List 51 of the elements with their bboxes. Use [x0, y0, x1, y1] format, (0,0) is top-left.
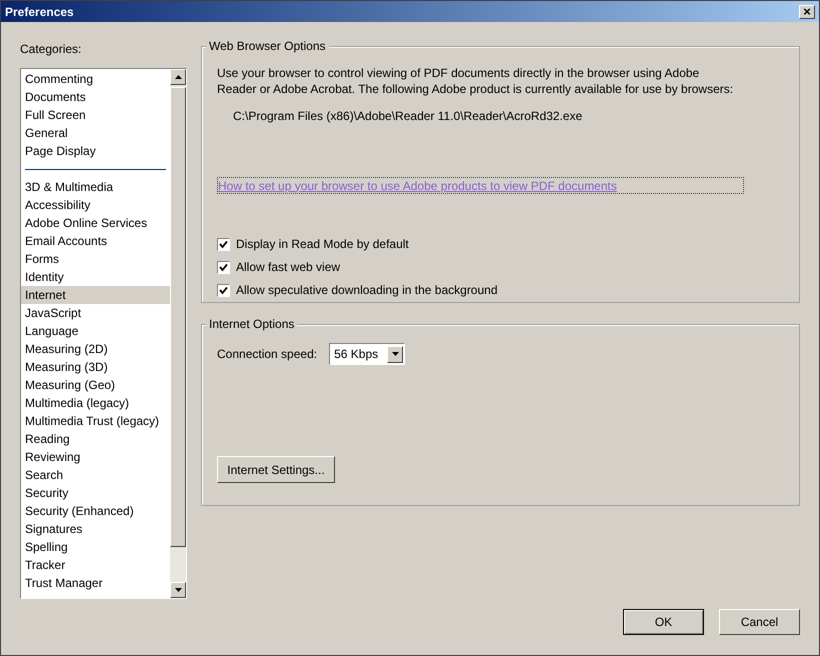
category-item[interactable]: Security (Enhanced): [21, 502, 170, 520]
category-item[interactable]: Accessibility: [21, 196, 170, 214]
close-button[interactable]: ×: [799, 4, 815, 18]
category-item[interactable]: Identity: [21, 268, 170, 286]
category-item[interactable]: Reading: [21, 430, 170, 448]
category-item[interactable]: Measuring (2D): [21, 340, 170, 358]
caret-icon: [392, 352, 399, 356]
category-item[interactable]: Trust Manager: [21, 574, 170, 592]
scroll-up-button[interactable]: [170, 69, 186, 85]
category-item[interactable]: Multimedia Trust (legacy): [21, 412, 170, 430]
group-title: Internet Options: [206, 317, 298, 331]
checkbox-label: Display in Read Mode by default: [236, 236, 409, 253]
category-item[interactable]: Reviewing: [21, 448, 170, 466]
dialog-button[interactable]: OK: [623, 609, 704, 635]
category-item[interactable]: JavaScript: [21, 304, 170, 322]
category-item[interactable]: General: [21, 124, 170, 142]
category-item[interactable]: Tracker: [21, 556, 170, 574]
checkbox-label: Allow fast web view: [236, 259, 340, 276]
up-arrow-icon: [174, 75, 182, 79]
category-item[interactable]: Documents: [21, 88, 170, 106]
category-item[interactable]: Measuring (3D): [21, 358, 170, 376]
category-item[interactable]: Spelling: [21, 538, 170, 556]
category-item[interactable]: Language: [21, 322, 170, 340]
category-item[interactable]: Signatures: [21, 520, 170, 538]
down-arrow-icon: [174, 588, 182, 592]
category-item[interactable]: 3D & Multimedia: [21, 178, 170, 196]
category-item[interactable]: Internet: [21, 286, 170, 304]
category-item[interactable]: Full Screen: [21, 106, 170, 124]
checkbox[interactable]: [217, 284, 230, 296]
category-item[interactable]: Forms: [21, 250, 170, 268]
description-text: Use your browser to control viewing of PDF documents directly in the browser using Adobe Reader or Adobe Acrobat. The following Adobe product is currently available for use by browsers:: [217, 65, 734, 97]
category-item[interactable]: Measuring (Geo): [21, 376, 170, 394]
group-title: Web Browser Options: [206, 39, 328, 53]
categories-label: Categories:: [20, 41, 82, 58]
connection-speed-label: Connection speed:: [217, 346, 318, 363]
internet-settings-button[interactable]: Internet Settings...: [217, 456, 335, 483]
dialog-button[interactable]: Cancel: [719, 609, 800, 635]
category-item[interactable]: Multimedia (legacy): [21, 394, 170, 412]
checkbox[interactable]: [217, 260, 230, 274]
category-item[interactable]: Email Accounts: [21, 232, 170, 250]
checkbox[interactable]: [217, 238, 230, 250]
category-item[interactable]: Adobe Online Services: [21, 214, 170, 232]
scroll-down-button[interactable]: [170, 582, 186, 598]
connection-speed-dropdown[interactable]: 56 Kbps: [329, 343, 406, 365]
category-item[interactable]: Commenting: [21, 70, 170, 88]
category-item[interactable]: Page Display: [21, 142, 170, 160]
program-path: C:\Program Files (x86)\Adobe\Reader 11.0\Reader\AcroRd32.exe: [233, 108, 584, 125]
checkbox-label: Allow speculative downloading in the background: [236, 282, 498, 299]
category-item[interactable]: Security: [21, 484, 170, 502]
category-item[interactable]: Search: [21, 466, 170, 484]
window-title: Preferences: [5, 4, 74, 20]
